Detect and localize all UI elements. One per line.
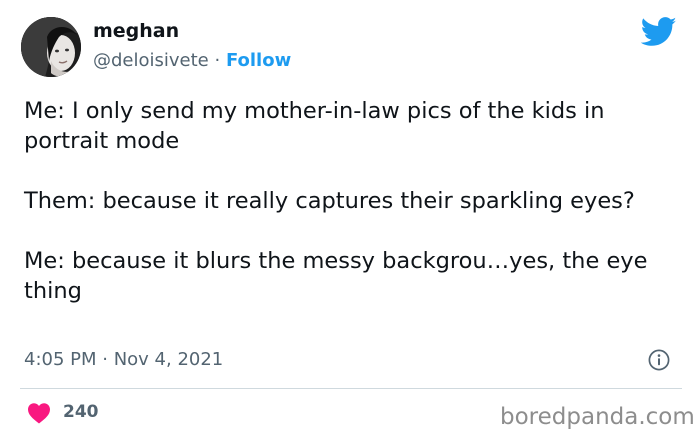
follow-button[interactable]: Follow [226, 50, 291, 71]
watermark: boredpanda.com [500, 404, 695, 430]
author-handle-row: @deloisivete · Follow [93, 49, 291, 73]
tweet-paragraph: Them: because it really captures their s… [24, 188, 635, 214]
avatar-image [21, 17, 81, 77]
tweet-paragraph: Me: I only send my mother-in-law pics of… [24, 98, 605, 154]
author-handle[interactable]: @deloisivete [93, 50, 209, 71]
avatar[interactable] [21, 17, 81, 77]
tweet-text: Me: I only send my mother-in-law pics of… [24, 96, 684, 306]
author-name[interactable]: meghan [93, 18, 179, 44]
info-icon[interactable] [648, 349, 670, 371]
heart-icon[interactable] [27, 402, 51, 424]
divider [20, 388, 682, 389]
tweet-paragraph: Me: because it blurs the messy backgrou…… [24, 248, 648, 304]
handle-separator: · [208, 50, 226, 71]
tweet-timestamp[interactable]: 4:05 PM · Nov 4, 2021 [24, 348, 223, 372]
twitter-bird-icon[interactable] [641, 17, 677, 47]
like-count[interactable]: 240 [63, 401, 99, 423]
